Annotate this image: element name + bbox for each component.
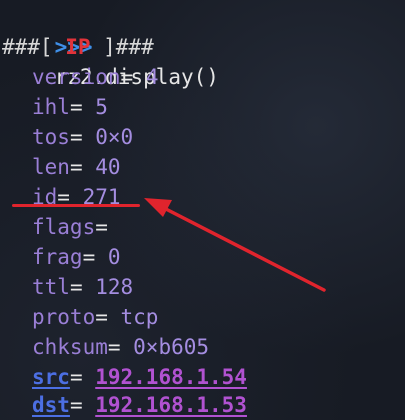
arrow-head [144,198,172,217]
terminal-window: >>> rz2.display() ###[ IP ]### version= … [0,0,405,420]
arrow-shaft [160,205,326,292]
annotation-arrow-icon [144,198,326,292]
